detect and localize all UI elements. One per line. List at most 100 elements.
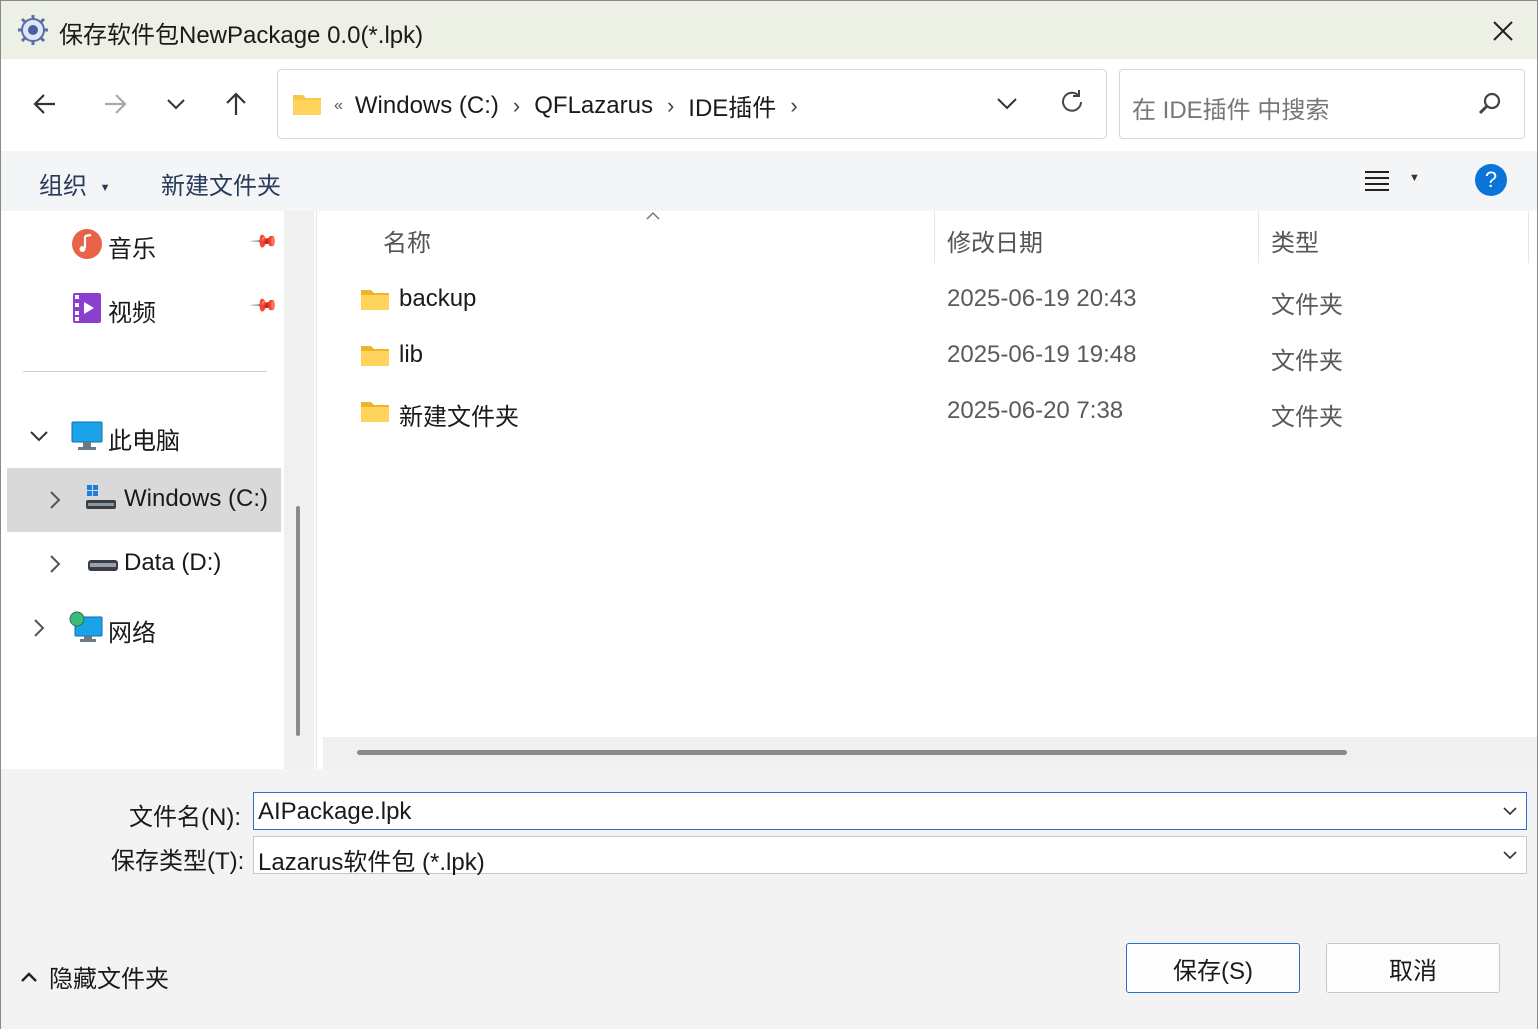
column-header-type[interactable]: 类型: [1271, 223, 1319, 258]
file-date: 2025-06-19 19:48: [947, 341, 1137, 368]
file-type: 文件夹: [1271, 404, 1343, 431]
folder-icon: [361, 346, 389, 366]
sidebar-item-label: Windows (C:): [124, 485, 269, 512]
app-gear-icon: [18, 15, 48, 45]
breadcrumb-item[interactable]: QFLazarus: [534, 92, 653, 120]
arrow-right-icon: [105, 94, 127, 114]
sidebar-item-label: 视频: [108, 300, 156, 327]
sidebar-item-videos[interactable]: 视频 📌: [1, 277, 284, 339]
filename-input[interactable]: AIPackage.lpk: [258, 798, 411, 826]
title-bar: 保存软件包NewPackage 0.0(*.lpk): [1, 1, 1537, 59]
filename-label: 文件名(N):: [129, 804, 241, 831]
folder-icon: [361, 290, 389, 310]
arrow-up-icon: [226, 92, 246, 115]
pin-icon[interactable]: 📌: [249, 290, 280, 321]
filetype-label: 保存类型(T):: [111, 848, 245, 875]
table-row[interactable]: lib 2025-06-19 19:48 文件夹: [323, 329, 1537, 385]
navigation-pane: 音乐 📌 视频 📌 此电脑 Windows (C:) Data (D:) 网络: [1, 211, 317, 769]
hide-folders-label: 隐藏文件夹: [49, 966, 169, 993]
organize-label: 组织: [39, 173, 87, 200]
file-name: lib: [399, 341, 424, 368]
caret-down-icon: ▼: [99, 181, 111, 194]
sidebar-item-music[interactable]: 音乐 📌: [1, 213, 284, 275]
table-row[interactable]: backup 2025-06-19 20:43 文件夹: [323, 273, 1537, 329]
new-folder-button[interactable]: 新建文件夹: [161, 166, 281, 201]
column-header-name[interactable]: 名称: [383, 223, 431, 258]
caret-down-icon: ▼: [1409, 172, 1420, 184]
chevron-right-icon[interactable]: ›: [513, 93, 520, 119]
sidebar-scrollbar-thumb[interactable]: [296, 506, 300, 736]
video-icon: [73, 293, 101, 323]
file-date: 2025-06-20 7:38: [947, 397, 1124, 424]
filename-combobox[interactable]: AIPackage.lpk: [253, 792, 1527, 830]
help-button[interactable]: ?: [1475, 164, 1507, 196]
view-options-button[interactable]: ▼: [1363, 168, 1433, 196]
breadcrumb-item[interactable]: Windows (C:): [355, 92, 499, 120]
sidebar-item-label: 音乐: [108, 236, 156, 263]
chevron-right-icon[interactable]: ›: [667, 93, 674, 119]
file-date: 2025-06-19 20:43: [947, 285, 1137, 312]
address-history-chevron-icon[interactable]: [996, 92, 1018, 114]
chevron-up-icon: [21, 971, 37, 982]
column-separator[interactable]: [934, 211, 935, 263]
chevron-down-icon: [167, 99, 185, 110]
column-separator[interactable]: [1258, 211, 1259, 263]
pin-icon[interactable]: 📌: [249, 226, 280, 257]
hide-folders-toggle[interactable]: 隐藏文件夹: [19, 959, 169, 994]
navigation-bar: « Windows (C:) › QFLazarus › IDE插件 › 在 I…: [1, 59, 1537, 151]
sidebar-divider: [23, 371, 267, 372]
organize-menu[interactable]: 组织 ▼: [39, 166, 111, 201]
sort-ascending-icon: [646, 211, 660, 220]
sidebar-item-this-pc[interactable]: 此电脑: [1, 405, 284, 467]
windows-drive-icon: [86, 485, 116, 509]
folder-icon: [361, 402, 389, 422]
chevron-right-icon[interactable]: [45, 554, 65, 574]
breadcrumb-item[interactable]: IDE插件: [688, 88, 776, 123]
drive-icon: [88, 560, 118, 571]
filetype-select[interactable]: Lazarus软件包 (*.lpk): [253, 836, 1527, 876]
column-header-date[interactable]: 修改日期: [947, 223, 1043, 258]
sidebar-item-windows-c[interactable]: Windows (C:): [7, 468, 281, 532]
chevron-right-icon[interactable]: ›: [790, 93, 797, 119]
search-box[interactable]: 在 IDE插件 中搜索: [1119, 69, 1525, 139]
filetype-value: Lazarus软件包 (*.lpk): [258, 849, 485, 876]
chevron-right-icon[interactable]: [45, 490, 65, 510]
back-button[interactable]: [25, 81, 65, 127]
breadcrumb-overflow[interactable]: «: [334, 97, 343, 115]
computer-icon: [71, 421, 103, 450]
search-placeholder: 在 IDE插件 中搜索: [1132, 97, 1330, 124]
file-list: 名称 修改日期 类型 backup 2025-06-19 20:43 文件夹 l…: [323, 211, 1537, 769]
chevron-right-icon[interactable]: [29, 618, 49, 638]
address-bar[interactable]: « Windows (C:) › QFLazarus › IDE插件 ›: [277, 69, 1107, 139]
refresh-icon[interactable]: [1058, 88, 1086, 116]
recent-locations-button[interactable]: [156, 81, 196, 127]
sidebar-item-label: 网络: [108, 620, 156, 647]
cancel-button[interactable]: 取消: [1326, 943, 1500, 993]
search-icon: [1478, 92, 1501, 115]
sidebar-item-network[interactable]: 网络: [1, 597, 284, 659]
network-icon: [69, 611, 103, 642]
sidebar-item-label: 此电脑: [108, 428, 180, 455]
up-button[interactable]: [216, 81, 256, 127]
file-type: 文件夹: [1271, 348, 1343, 375]
command-bar: 组织 ▼ 新建文件夹 ▼: [1, 151, 1537, 211]
sidebar-item-data-d[interactable]: Data (D:): [1, 533, 284, 595]
breadcrumb: « Windows (C:) › QFLazarus › IDE插件 ›: [334, 88, 812, 123]
folder-icon: [293, 95, 321, 115]
table-row[interactable]: 新建文件夹 2025-06-20 7:38 文件夹: [323, 385, 1537, 441]
chevron-down-icon[interactable]: [29, 426, 49, 446]
close-icon: [1493, 21, 1513, 41]
arrow-left-icon: [33, 94, 55, 114]
horizontal-scrollbar-thumb[interactable]: [357, 750, 1347, 755]
column-separator[interactable]: [1528, 211, 1529, 263]
file-name: 新建文件夹: [399, 404, 519, 431]
chevron-down-icon[interactable]: [1502, 847, 1518, 863]
window-title: 保存软件包NewPackage 0.0(*.lpk): [59, 22, 424, 49]
save-button[interactable]: 保存(S): [1126, 943, 1300, 993]
close-button[interactable]: [1483, 11, 1523, 51]
list-view-icon: [1365, 171, 1389, 191]
chevron-down-icon[interactable]: [1502, 803, 1518, 819]
file-name: backup: [399, 285, 477, 312]
forward-button[interactable]: [95, 81, 135, 127]
sidebar-item-label: Data (D:): [124, 549, 222, 576]
